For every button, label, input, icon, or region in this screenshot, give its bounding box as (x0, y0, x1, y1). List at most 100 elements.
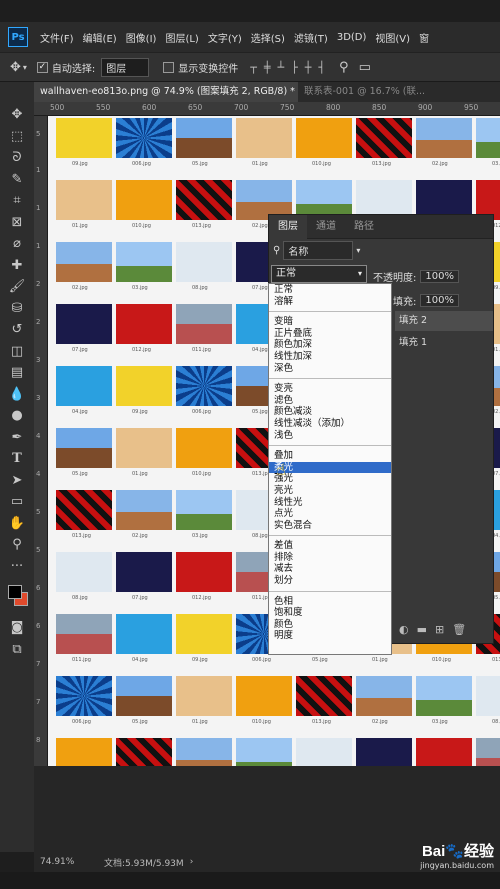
blend-mode-option[interactable]: 颜色 (269, 619, 391, 631)
tab-contact-sheet[interactable]: 联系表-001 @ 16.7% (联... (298, 82, 498, 102)
align-right-icon[interactable]: ┤ (318, 61, 325, 74)
type-tool-icon[interactable]: T (3, 448, 31, 470)
layer-row[interactable]: 填充 2 (395, 311, 493, 331)
clone-stamp-icon[interactable]: ⛁ (3, 298, 31, 320)
blend-mode-option[interactable]: 排除 (269, 552, 391, 564)
blend-mode-option[interactable]: 减去 (269, 563, 391, 575)
menu-edit[interactable]: 编辑(E) (83, 30, 117, 45)
auto-select-dropdown[interactable]: 图层 (101, 57, 150, 77)
gradient-tool-icon[interactable]: ▤ (3, 362, 31, 384)
menu-3d[interactable]: 3D(D) (337, 32, 367, 43)
screen-mode-icon[interactable]: ⧉ (3, 639, 31, 661)
blend-mode-option[interactable]: 浅色 (269, 430, 391, 442)
path-select-icon[interactable]: ➤ (3, 470, 31, 492)
blend-mode-option[interactable]: 亮光 (269, 485, 391, 497)
crop-tool-icon[interactable]: ⌗ (3, 190, 31, 212)
blend-mode-option[interactable]: 差值 (269, 540, 391, 552)
tab-layers[interactable]: 图层 (269, 214, 307, 239)
blend-mode-option[interactable]: 正片叠底 (269, 328, 391, 340)
fill-input[interactable]: 100% (420, 293, 459, 307)
chevron-down-icon[interactable]: ▾ (23, 63, 27, 72)
blend-mode-option[interactable]: 叠加 (269, 450, 391, 462)
blend-mode-option[interactable]: 实色混合 (269, 520, 391, 532)
healing-brush-icon[interactable]: ✚ (3, 255, 31, 277)
blend-mode-option[interactable]: 颜色加深 (269, 339, 391, 351)
search-icon[interactable]: ⚲ (339, 60, 349, 75)
color-swatches[interactable] (4, 585, 30, 609)
move-tool-icon[interactable]: ✥ (3, 104, 31, 126)
blend-mode-select[interactable]: 正常 ▾ (271, 265, 367, 283)
menu-window[interactable]: 窗 (419, 30, 429, 45)
show-transform-checkbox[interactable] (163, 61, 175, 73)
brush-tool-icon[interactable]: 🖌 (3, 276, 31, 298)
align-left-icon[interactable]: ├ (291, 61, 298, 74)
pen-tool-icon[interactable]: ✒ (3, 427, 31, 449)
opacity-input[interactable]: 100% (420, 269, 459, 283)
layer-row[interactable]: 填充 1 (395, 333, 493, 353)
blend-mode-option[interactable]: 线性光 (269, 497, 391, 509)
eyedropper-tool-icon[interactable]: ⌀ (3, 233, 31, 255)
blend-mode-option[interactable]: 线性加深 (269, 351, 391, 363)
rectangle-tool-icon[interactable]: ▭ (3, 491, 31, 513)
lasso-tool-icon[interactable]: ᘐ (3, 147, 31, 169)
history-brush-icon[interactable]: ↺ (3, 319, 31, 341)
quick-select-tool-icon[interactable]: ✎ (3, 169, 31, 191)
menu-select[interactable]: 选择(S) (251, 30, 285, 45)
blend-mode-option[interactable]: 线性减淡（添加） (269, 418, 391, 430)
blend-mode-option[interactable]: 深色 (269, 363, 391, 375)
tab-wallhaven[interactable]: wallhaven-eo813o.png @ 74.9% (图案填充 2, RG… (34, 82, 298, 102)
align-top-icon[interactable]: ┬ (250, 61, 257, 74)
blend-mode-option[interactable]: 强光 (269, 473, 391, 485)
layer-filter-select[interactable]: 名称 (283, 240, 354, 260)
document-size[interactable]: 文档:5.93M/5.93M (104, 856, 184, 869)
blend-mode-option[interactable]: 柔光 (269, 461, 391, 474)
align-hcenter-icon[interactable]: ┼ (305, 61, 312, 74)
blend-mode-option[interactable]: 明度 (269, 630, 391, 642)
zoom-level[interactable]: 74.91% (40, 857, 104, 867)
align-bottom-icon[interactable]: ┴ (278, 61, 285, 74)
zoom-tool-icon[interactable]: ⚲ (3, 534, 31, 556)
more-tools-icon[interactable]: ··· (3, 556, 31, 578)
new-layer-icon[interactable]: ⊞ (435, 623, 444, 636)
blend-mode-option[interactable]: 划分 (269, 575, 391, 587)
menu-view[interactable]: 视图(V) (375, 30, 410, 45)
menu-filter[interactable]: 滤镜(T) (294, 30, 328, 45)
eraser-tool-icon[interactable]: ◫ (3, 341, 31, 363)
contact-sheet-thumbnail (416, 676, 472, 716)
tab-paths[interactable]: 路径 (345, 215, 383, 239)
align-vcenter-icon[interactable]: ╪ (264, 61, 271, 74)
marquee-tool-icon[interactable]: ⬚ (3, 126, 31, 148)
dodge-tool-icon[interactable]: ● (3, 405, 31, 427)
blend-mode-option[interactable]: 溶解 (269, 296, 391, 308)
quick-mask-icon[interactable]: ◙ (3, 617, 31, 639)
hand-tool-icon[interactable]: ✋ (3, 513, 31, 535)
blend-mode-option[interactable]: 色相 (269, 596, 391, 608)
contact-sheet-thumbnail (176, 118, 232, 158)
menu-file[interactable]: 文件(F) (40, 30, 74, 45)
blend-mode-option[interactable]: 点光 (269, 508, 391, 520)
thumbnail-caption: 03.jpg (132, 285, 148, 291)
blend-mode-option[interactable]: 正常 (269, 284, 391, 296)
move-tool-icon[interactable]: ✥ (10, 60, 21, 75)
blend-mode-option[interactable]: 变亮 (269, 383, 391, 395)
blur-tool-icon[interactable]: 💧 (3, 384, 31, 406)
tab-channels[interactable]: 通道 (307, 215, 345, 239)
foreground-color-swatch[interactable] (8, 585, 22, 599)
auto-select-checkbox[interactable]: ✓ (36, 61, 48, 73)
group-folder-icon[interactable]: ▬ (417, 623, 427, 636)
menu-type[interactable]: 文字(Y) (208, 30, 242, 45)
blend-mode-option[interactable]: 变暗 (269, 316, 391, 328)
blend-mode-option[interactable]: 颜色减淡 (269, 406, 391, 418)
chevron-right-icon[interactable]: › (190, 857, 194, 867)
workspace-icon[interactable]: ▭ (359, 60, 371, 75)
menu-image[interactable]: 图像(I) (126, 30, 157, 45)
menu-layer[interactable]: 图层(L) (165, 30, 198, 45)
frame-tool-icon[interactable]: ⊠ (3, 212, 31, 234)
ruler-tick: 6 (36, 584, 41, 592)
blend-mode-option[interactable]: 滤色 (269, 395, 391, 407)
adjustment-layer-icon[interactable]: ◐ (399, 623, 409, 636)
blend-mode-option[interactable]: 饱和度 (269, 607, 391, 619)
thumbnail-caption: 05.jpg (72, 471, 88, 477)
contact-sheet-thumbnail (56, 304, 112, 344)
trash-icon[interactable]: 🗑 (452, 623, 466, 636)
